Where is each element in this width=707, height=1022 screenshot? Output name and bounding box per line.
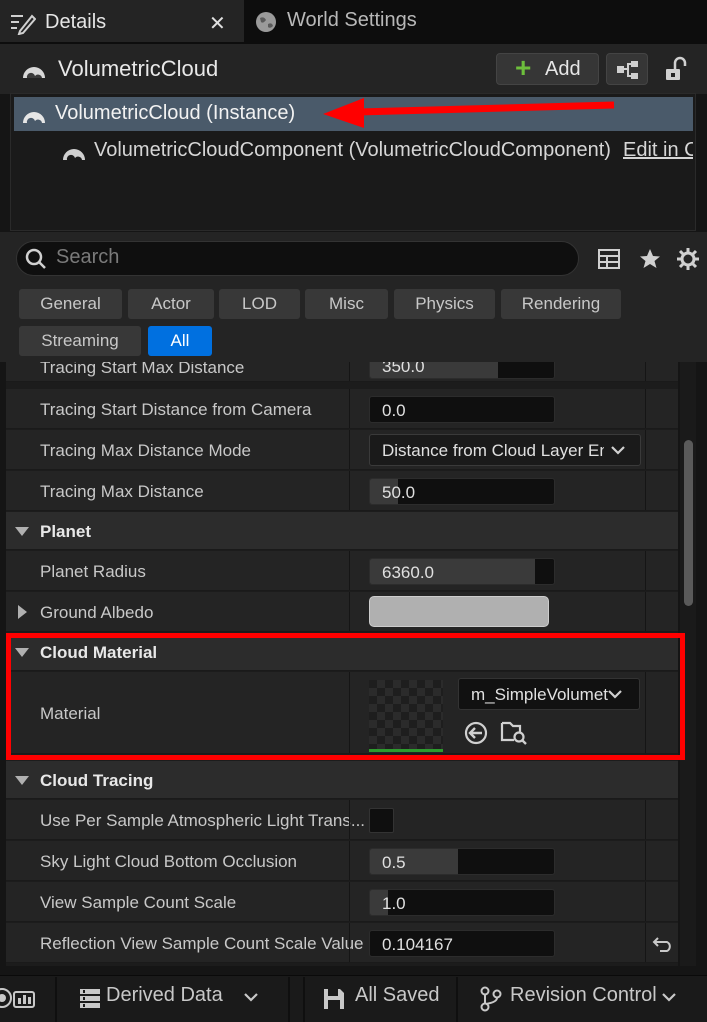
- filter-all[interactable]: All: [148, 326, 212, 356]
- prop-sky-light: Sky Light Cloud Bottom Occlusion 0.5: [6, 841, 678, 881]
- filter-physics[interactable]: Physics: [394, 289, 495, 319]
- status-separator: [55, 977, 57, 1022]
- revision-control-icon: [480, 986, 502, 1012]
- cloud-icon: [63, 149, 85, 160]
- add-button-label: Add: [545, 58, 581, 80]
- filter-rendering[interactable]: Rendering: [501, 289, 621, 319]
- star-icon[interactable]: [638, 247, 662, 271]
- cloud-icon: [23, 112, 45, 123]
- reset-to-default-icon[interactable]: [652, 934, 674, 952]
- category-cloud-tracing[interactable]: Cloud Tracing: [6, 761, 678, 799]
- prop-tracing-start-max: Tracing Start Max Distance 350.0: [6, 362, 678, 382]
- trace-icon[interactable]: [0, 985, 40, 1011]
- globe-icon: [256, 12, 276, 32]
- tab-world-settings[interactable]: World Settings: [287, 9, 417, 32]
- tracing-max-field[interactable]: 50.0: [369, 478, 555, 505]
- close-icon[interactable]: ✕: [209, 11, 226, 36]
- gear-icon[interactable]: [675, 246, 701, 272]
- pencil-icon: [11, 14, 36, 35]
- planet-radius-field[interactable]: 6360.0: [369, 558, 555, 585]
- ground-albedo-color-swatch[interactable]: [369, 596, 549, 627]
- search-placeholder: Search: [56, 246, 120, 268]
- sky-light-field[interactable]: 0.5: [369, 848, 555, 875]
- chevron-down-icon: [611, 446, 625, 455]
- prop-ground-albedo: Ground Albedo: [6, 592, 678, 632]
- tree-instance-label: VolumetricCloud (Instance): [55, 102, 296, 124]
- filter-misc[interactable]: Misc: [305, 289, 388, 319]
- prop-view-sample: View Sample Count Scale 1.0: [6, 882, 678, 922]
- tab-details[interactable]: Details ✕: [0, 0, 244, 42]
- blueprint-button[interactable]: [606, 53, 648, 85]
- view-sample-field[interactable]: 1.0: [369, 889, 555, 916]
- derived-data-icon: [80, 989, 100, 1008]
- plus-icon: +: [515, 52, 532, 83]
- filter-general[interactable]: General: [19, 289, 122, 319]
- unlock-icon[interactable]: [660, 56, 690, 84]
- cloud-icon: [23, 67, 45, 78]
- revision-control-button[interactable]: Revision Control: [510, 984, 657, 1007]
- prop-tracing-start-cam: Tracing Start Distance from Camera 0.0: [6, 389, 678, 429]
- prop-planet-radius: Planet Radius 6360.0: [6, 551, 678, 591]
- save-icon: [324, 989, 344, 1009]
- filter-lod[interactable]: LOD: [219, 289, 300, 319]
- prop-tracing-max-mode: Tracing Max Distance Mode Distance from …: [6, 430, 678, 470]
- reflection-view-field[interactable]: 0.104167: [369, 930, 555, 957]
- tree-component-label[interactable]: VolumetricCloudComponent (VolumetricClou…: [94, 139, 611, 162]
- edit-in-cpp-link[interactable]: Edit in C++: [623, 139, 693, 162]
- collapse-arrow-icon: [15, 527, 29, 536]
- prop-reflection-view: Reflection View Sample Count Scale Value…: [6, 923, 678, 963]
- status-separator: [456, 977, 458, 1022]
- expand-arrow-icon[interactable]: [18, 605, 27, 619]
- chevron-down-icon[interactable]: [661, 992, 677, 1004]
- scrollbar-thumb[interactable]: [684, 440, 693, 606]
- table-view-icon[interactable]: [597, 247, 621, 271]
- blueprint-icon: [617, 61, 638, 79]
- all-saved-button[interactable]: All Saved: [355, 984, 440, 1007]
- filter-actor[interactable]: Actor: [128, 289, 214, 319]
- derived-data-button[interactable]: Derived Data: [106, 984, 223, 1007]
- status-separator: [303, 977, 305, 1022]
- tab-details-label: Details: [45, 11, 107, 33]
- red-arrow-annotation: [323, 98, 615, 128]
- tracing-start-max-field[interactable]: 350.0: [369, 362, 555, 379]
- collapse-arrow-icon: [15, 776, 29, 785]
- status-separator: [288, 977, 290, 1022]
- prop-per-sample: Use Per Sample Atmospheric Light Trans..…: [6, 800, 678, 840]
- search-icon: [25, 248, 46, 269]
- tracing-max-mode-dropdown[interactable]: Distance from Cloud Layer Entr: [369, 434, 641, 466]
- tracing-start-cam-field[interactable]: 0.0: [369, 396, 555, 423]
- category-planet[interactable]: Planet: [6, 512, 678, 550]
- per-sample-checkbox[interactable]: [369, 808, 394, 833]
- prop-tracing-max: Tracing Max Distance 50.0: [6, 471, 678, 511]
- add-component-button[interactable]: + Add: [496, 52, 599, 85]
- filter-streaming[interactable]: Streaming: [19, 326, 141, 356]
- red-highlight-box: [6, 633, 685, 760]
- actor-name: VolumetricCloud: [58, 56, 219, 81]
- chevron-down-icon[interactable]: [243, 992, 259, 1004]
